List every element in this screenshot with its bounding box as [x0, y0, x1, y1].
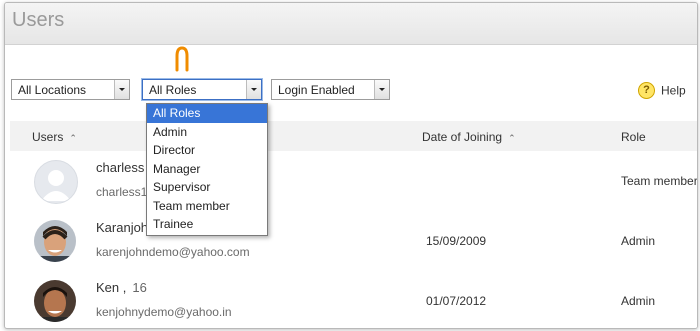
login-filter-select[interactable]: Login Enabled [271, 79, 390, 100]
column-users[interactable]: Users ⌃ [32, 130, 77, 144]
column-role: Role [621, 130, 646, 144]
login-filter-value: Login Enabled [278, 83, 355, 97]
role-dropdown-list[interactable]: All Roles Admin Director Manager Supervi… [146, 103, 268, 236]
user-email: kenjohnydemo@yahoo.in [96, 305, 232, 319]
users-window: Users All Locations All Roles Login Enab… [4, 2, 698, 329]
role-filter-select[interactable]: All Roles [142, 79, 262, 100]
location-filter-value: All Locations [18, 83, 87, 97]
joining-date: 01/07/2012 [426, 294, 487, 308]
role-option-team-member[interactable]: Team member [147, 197, 267, 216]
user-name[interactable]: Karanjoh [96, 220, 148, 235]
role-option-admin[interactable]: Admin [147, 123, 267, 142]
role-filter-value: All Roles [149, 83, 197, 97]
user-avatar [34, 280, 76, 322]
sort-icon[interactable]: ⌃ [69, 133, 77, 143]
placeholder-avatar [34, 160, 78, 204]
column-date-of-joining[interactable]: Date of Joining ⌃ [422, 130, 516, 144]
title-bar: Users [5, 3, 697, 45]
cursor-icon [175, 46, 189, 72]
user-email: karenjohndemo@yahoo.com [96, 245, 250, 259]
user-role: Admin [621, 234, 656, 248]
user-name[interactable]: Ken , 16 [96, 280, 147, 295]
table-header: Users ⌃ Date of Joining ⌃ Role [10, 121, 697, 152]
table-row[interactable]: Ken , 16 kenjohnydemo@yahoo.in 01/07/2012… [10, 271, 697, 328]
chevron-down-icon[interactable] [114, 80, 129, 99]
role-option-trainee[interactable]: Trainee [147, 215, 267, 234]
sort-icon[interactable]: ⌃ [508, 133, 516, 143]
role-option-supervisor[interactable]: Supervisor [147, 178, 267, 197]
user-count: 16 [132, 280, 147, 295]
user-avatar [34, 220, 76, 262]
help-label: Help [661, 83, 686, 98]
user-name[interactable]: charless [96, 160, 144, 175]
joining-date: 15/09/2009 [426, 234, 487, 248]
user-role: Team member [621, 174, 698, 188]
table-row[interactable]: charless charless1m Team member [10, 151, 697, 212]
role-option-director[interactable]: Director [147, 141, 267, 160]
help-icon: ? [638, 82, 655, 99]
table-row[interactable]: Karanjoh karenjohndemo@yahoo.com 15/09/2… [10, 211, 697, 272]
location-filter-select[interactable]: All Locations [11, 79, 130, 100]
user-role: Admin [621, 294, 656, 308]
chevron-down-icon[interactable] [246, 80, 261, 99]
page-title: Users [12, 9, 65, 31]
chevron-down-icon[interactable] [374, 80, 389, 99]
role-option-all-roles[interactable]: All Roles [147, 104, 267, 123]
help-link[interactable]: ? Help [638, 82, 686, 99]
role-option-manager[interactable]: Manager [147, 160, 267, 179]
